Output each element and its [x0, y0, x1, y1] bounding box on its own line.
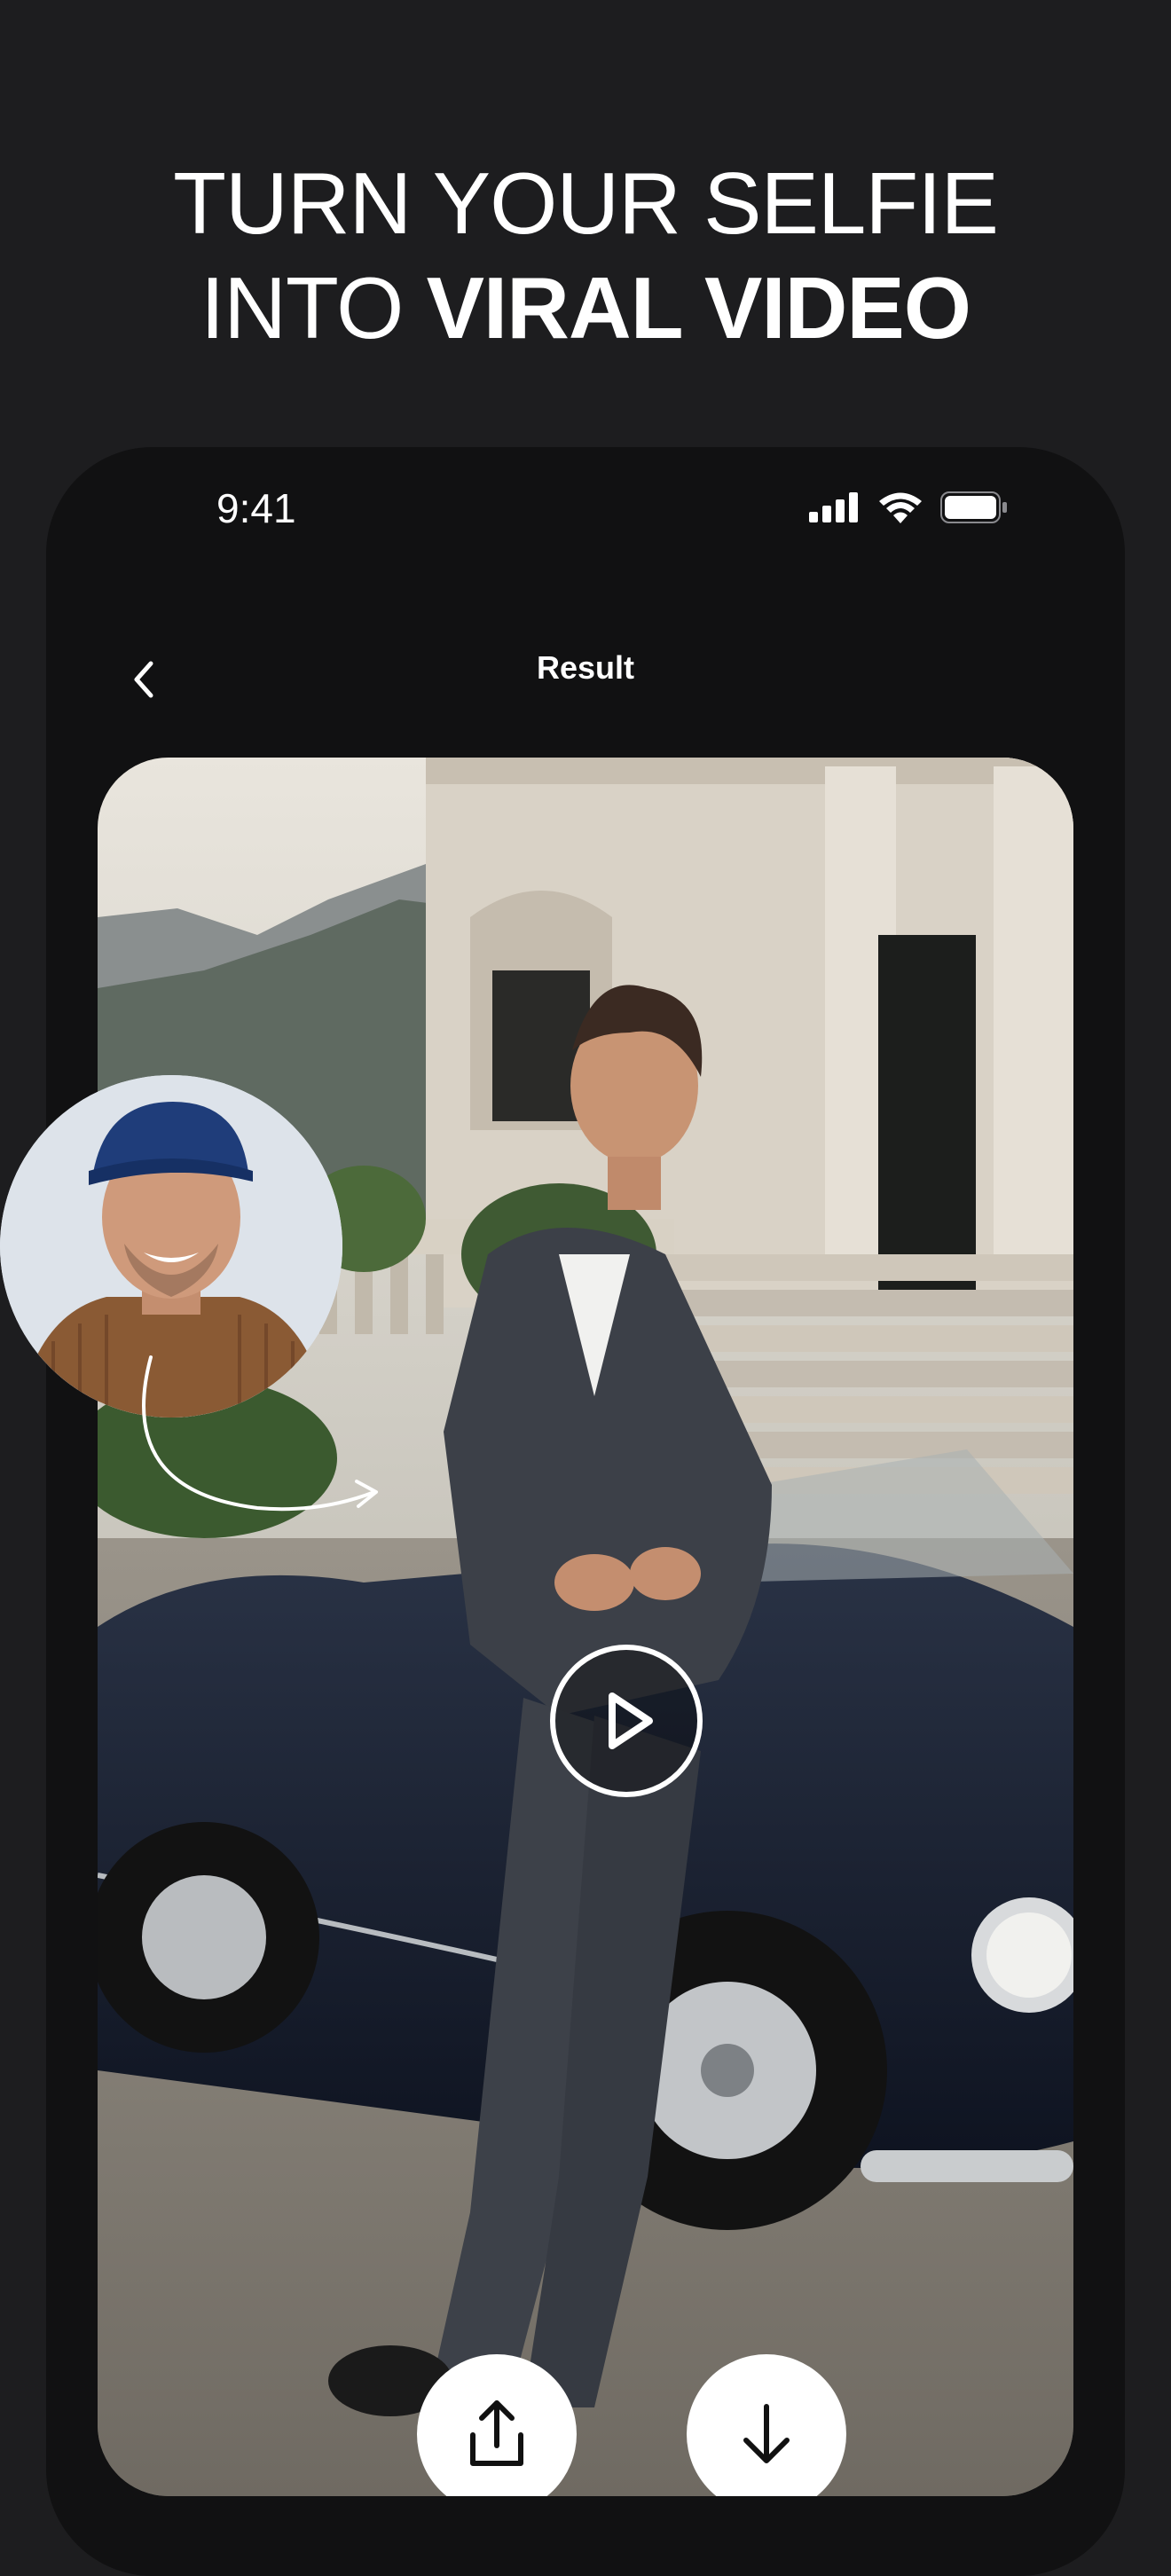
- headline-line-2-bold: VIRAL VIDEO: [426, 259, 971, 357]
- status-icons: [809, 491, 1008, 523]
- wifi-icon: [879, 492, 922, 523]
- status-time: 9:41: [216, 485, 296, 531]
- video-preview-image: [98, 758, 1073, 2496]
- headline-line-1: TURN YOUR SELFIE: [173, 154, 999, 252]
- headline-line-2: INTO VIRAL VIDEO: [0, 255, 1171, 360]
- result-video[interactable]: [98, 758, 1073, 2496]
- headline-line-2-light: INTO: [200, 259, 427, 357]
- play-button[interactable]: [550, 1645, 703, 1797]
- marketing-headline: TURN YOUR SELFIE INTO VIRAL VIDEO: [0, 151, 1171, 360]
- signal-icon: [809, 492, 858, 522]
- download-icon: [743, 2404, 790, 2463]
- arrow-curve-icon: [142, 1355, 378, 1512]
- battery-icon: [940, 491, 1007, 523]
- share-icon: [470, 2400, 523, 2466]
- page-title: Result: [536, 649, 635, 686]
- play-icon: [609, 1692, 653, 1749]
